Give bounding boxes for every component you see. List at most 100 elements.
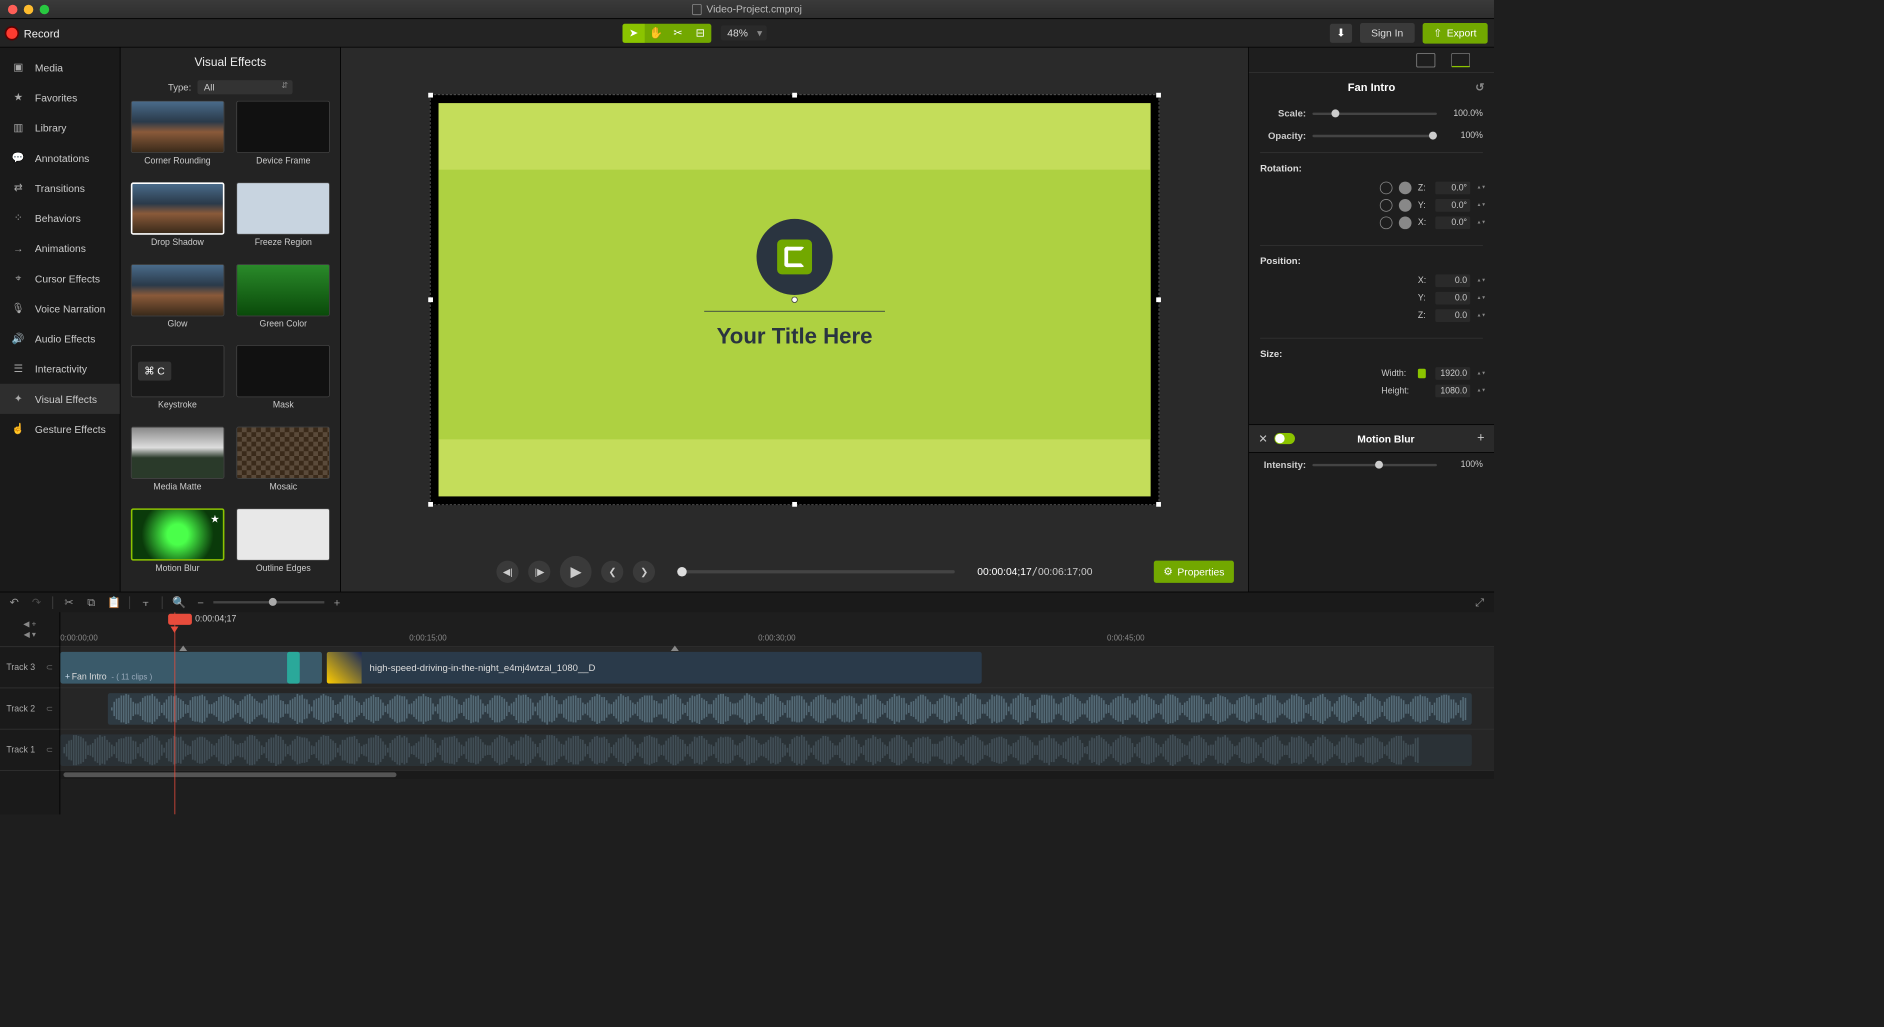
- sidebar-item-behav[interactable]: ⁘Behaviors: [0, 203, 120, 233]
- zoom-button[interactable]: 🔍: [172, 596, 185, 609]
- scale-slider[interactable]: [1312, 112, 1437, 114]
- sidebar-item-voice[interactable]: 🎙Voice Narration: [0, 293, 120, 323]
- split-button[interactable]: ⫟: [140, 596, 153, 609]
- track-row[interactable]: [60, 730, 1494, 771]
- sidebar-item-vfx[interactable]: ✦Visual Effects: [0, 384, 120, 414]
- resize-handle[interactable]: [428, 93, 433, 98]
- effect-mask[interactable]: Mask: [234, 345, 332, 420]
- pos-z-input[interactable]: 0.0: [1435, 309, 1470, 322]
- resize-handle[interactable]: [792, 93, 797, 98]
- next-frame-button[interactable]: |▶: [528, 561, 550, 583]
- effect-motion-blur[interactable]: ★Motion Blur: [128, 508, 226, 583]
- tool-crop[interactable]: ✂: [667, 23, 689, 42]
- play-button[interactable]: ▶: [560, 556, 592, 588]
- download-button[interactable]: ⬇: [1330, 23, 1352, 42]
- zoom-out[interactable]: −: [194, 596, 207, 609]
- resize-handle[interactable]: [1156, 93, 1161, 98]
- clip-driving[interactable]: high-speed-driving-in-the-night_e4mj4wtz…: [327, 652, 982, 684]
- rotate-handle[interactable]: [791, 297, 797, 303]
- redo-button[interactable]: ↷: [30, 596, 43, 609]
- fx-toggle[interactable]: [1274, 433, 1295, 444]
- sidebar-item-star[interactable]: ★Favorites: [0, 82, 120, 112]
- height-input[interactable]: 1080.0: [1435, 385, 1470, 398]
- rotate-y-dial[interactable]: [1399, 199, 1412, 212]
- tool-magnet[interactable]: ⊟: [689, 23, 711, 42]
- track-row[interactable]: [60, 688, 1494, 729]
- track-row[interactable]: + Fan Intro - ( 11 clips ) high-speed-dr…: [60, 647, 1494, 688]
- lock-icon[interactable]: [1418, 369, 1426, 379]
- copy-button[interactable]: ⧉: [85, 596, 98, 609]
- intensity-slider[interactable]: [1312, 464, 1437, 466]
- playback-slider[interactable]: [678, 570, 956, 573]
- type-select[interactable]: All: [198, 80, 293, 94]
- lock-icon[interactable]: ⊂: [46, 703, 53, 713]
- sidebar-item-trans[interactable]: ⇄Transitions: [0, 173, 120, 203]
- effect-device-frame[interactable]: Device Frame: [234, 101, 332, 176]
- resize-handle[interactable]: [1156, 502, 1161, 507]
- effect-glow[interactable]: Glow: [128, 264, 226, 339]
- width-input[interactable]: 1920.0: [1435, 367, 1470, 380]
- sidebar-item-anim[interactable]: →Animations: [0, 233, 120, 263]
- resize-handle[interactable]: [428, 297, 433, 302]
- sidebar-item-annot[interactable]: 💬Annotations: [0, 143, 120, 173]
- export-button[interactable]: ⇧ Export: [1422, 23, 1487, 44]
- zoom-select[interactable]: 48%: [721, 25, 767, 40]
- cut-button[interactable]: ✂: [63, 596, 76, 609]
- resize-handle[interactable]: [428, 502, 433, 507]
- playhead-marker[interactable]: 0:00:04;17: [168, 614, 236, 625]
- rotate-x-dial[interactable]: [1399, 216, 1412, 229]
- clip-audio[interactable]: [108, 693, 1472, 725]
- tab-visual[interactable]: [1416, 53, 1435, 67]
- clip-intro[interactable]: + Fan Intro - ( 11 clips ): [60, 652, 322, 684]
- prev-frame-button[interactable]: ◀|: [497, 561, 519, 583]
- resize-handle[interactable]: [1156, 297, 1161, 302]
- clip-transition[interactable]: [287, 652, 300, 684]
- add-track-expand[interactable]: ◀ +: [23, 620, 36, 629]
- effect-drop-shadow[interactable]: Drop Shadow: [128, 182, 226, 257]
- rot-z-input[interactable]: 0.0°: [1435, 182, 1470, 195]
- timeline-scrollbar[interactable]: [63, 772, 396, 777]
- reset-button[interactable]: ↺: [1475, 80, 1484, 93]
- sidebar-item-gesture[interactable]: ☝Gesture Effects: [0, 414, 120, 444]
- detach-timeline[interactable]: ⤢: [1473, 596, 1486, 609]
- step-fwd-button[interactable]: ❯: [633, 561, 655, 583]
- rot-y-input[interactable]: 0.0°: [1435, 199, 1470, 212]
- tab-properties[interactable]: [1451, 53, 1470, 67]
- clip-audio[interactable]: [60, 734, 1472, 766]
- fx-add[interactable]: +: [1477, 431, 1484, 445]
- add-track-collapse[interactable]: ◀ ▾: [24, 630, 36, 639]
- ruler[interactable]: 0:00:00;000:00:15;000:00:30;000:00:45;00: [60, 630, 1494, 646]
- zoom-in[interactable]: +: [331, 596, 344, 609]
- effect-green-color[interactable]: Green Color: [234, 264, 332, 339]
- tool-pan[interactable]: ✋: [645, 23, 667, 42]
- sidebar-item-cursor[interactable]: ⌖Cursor Effects: [0, 263, 120, 293]
- track-header[interactable]: Track 1⊂: [0, 730, 59, 771]
- timeline-zoom-slider[interactable]: [213, 601, 324, 603]
- properties-button[interactable]: ⚙ Properties: [1154, 561, 1234, 583]
- record-button[interactable]: Record: [6, 27, 59, 40]
- rot-x-input[interactable]: 0.0°: [1435, 216, 1470, 229]
- window-close[interactable]: [8, 4, 18, 14]
- sidebar-item-media[interactable]: ▣Media: [0, 52, 120, 82]
- resize-handle[interactable]: [792, 502, 797, 507]
- effect-keystroke[interactable]: ⌘ CKeystroke: [128, 345, 226, 420]
- effect-outline-edges[interactable]: Outline Edges: [234, 508, 332, 583]
- effect-corner-rounding[interactable]: Corner Rounding: [128, 101, 226, 176]
- rotate-z-dial[interactable]: [1399, 182, 1412, 195]
- canvas[interactable]: Your Title Here: [430, 94, 1160, 505]
- pos-y-input[interactable]: 0.0: [1435, 292, 1470, 305]
- undo-button[interactable]: ↶: [8, 596, 21, 609]
- sidebar-item-library[interactable]: ▥Library: [0, 113, 120, 143]
- tool-select[interactable]: ➤: [623, 23, 645, 42]
- window-zoom[interactable]: [40, 4, 50, 14]
- effect-mosaic[interactable]: Mosaic: [234, 427, 332, 502]
- playhead[interactable]: [174, 612, 175, 814]
- pos-x-input[interactable]: 0.0: [1435, 274, 1470, 287]
- sidebar-item-interact[interactable]: ☰Interactivity: [0, 354, 120, 384]
- fx-remove[interactable]: ✕: [1258, 432, 1267, 445]
- paste-button[interactable]: 📋: [107, 596, 120, 609]
- track-header[interactable]: Track 2⊂: [0, 688, 59, 729]
- lock-icon[interactable]: ⊂: [46, 662, 53, 672]
- lock-icon[interactable]: ⊂: [46, 745, 53, 755]
- effect-freeze-region[interactable]: Freeze Region: [234, 182, 332, 257]
